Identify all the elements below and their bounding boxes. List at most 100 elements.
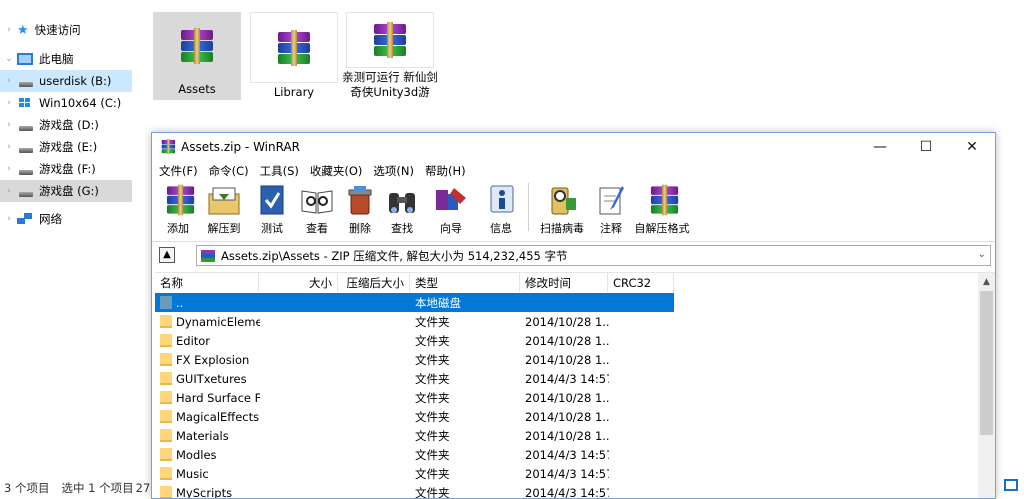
row-name: MagicalEffects	[176, 409, 260, 424]
tool-label: 自解压格式	[634, 222, 690, 235]
table-row[interactable]: Modles 文件夹 2014/4/3 14:57	[155, 445, 975, 464]
table-row[interactable]: Editor 文件夹 2014/10/28 1...	[155, 331, 975, 350]
cell-crc32	[613, 331, 673, 350]
column-header: 名称 ^ 大小 压缩后大小 类型 修改时间 CRC32	[155, 273, 995, 292]
minimize-button[interactable]: —	[857, 133, 903, 161]
chevron-down-icon[interactable]: ⌄	[3, 54, 15, 64]
scroll-thumb[interactable]	[980, 291, 993, 435]
table-row[interactable]: FX Explosion 文件夹 2014/10/28 1...	[155, 350, 975, 369]
folder-icon	[160, 410, 172, 423]
column-type[interactable]: 类型	[410, 273, 520, 292]
extract-to-button[interactable]: 解压到	[198, 181, 250, 237]
menu-file[interactable]: 文件(F)	[159, 163, 198, 179]
row-name: GUITxetures	[176, 371, 247, 386]
tool-label: 向导	[440, 222, 462, 235]
table-row[interactable]: DynamicEleme... 文件夹 2014/10/28 1...	[155, 312, 975, 331]
column-size[interactable]: 大小	[259, 273, 338, 292]
table-row[interactable]: MagicalEffects 文件夹 2014/10/28 1...	[155, 407, 975, 426]
cell-crc32	[613, 483, 673, 498]
nav-item-network[interactable]: › 网络	[0, 208, 132, 230]
archive-thumbnail	[250, 12, 338, 83]
cell-crc32	[613, 407, 673, 426]
tool-label: 扫描病毒	[540, 222, 584, 235]
folder-icon	[160, 372, 172, 385]
file-list: 名称 ^ 大小 压缩后大小 类型 修改时间 CRC32 .. 本地磁盘 Dynamic…	[155, 272, 995, 498]
cell-crc32	[613, 464, 673, 483]
file-tile-library[interactable]: Library	[250, 12, 338, 100]
path-bar: ▲ Assets.zip\Assets - ZIP 压缩文件, 解包大小为 51…	[152, 241, 995, 267]
row-name: Hard Surface F...	[176, 390, 260, 405]
cell-name: FX Explosion	[160, 350, 260, 369]
up-folder-button[interactable]: ▲	[159, 246, 175, 263]
wizard-button[interactable]: 向导	[424, 181, 478, 237]
nav-item-drive-g[interactable]: › 游戏盘 (G:)	[0, 180, 132, 202]
cell-packed	[338, 350, 405, 369]
chevron-right-icon[interactable]: ›	[3, 214, 15, 224]
maximize-button[interactable]: ☐	[903, 133, 949, 161]
column-packed-size[interactable]: 压缩后大小	[338, 273, 410, 292]
sfx-button[interactable]: 自解压格式	[631, 181, 693, 237]
column-crc32[interactable]: CRC32	[608, 273, 674, 292]
info-button[interactable]: 信息	[478, 181, 524, 237]
nav-item-label: 游戏盘 (G:)	[39, 184, 99, 198]
nav-item-drive-f[interactable]: › 游戏盘 (F:)	[0, 158, 132, 180]
menu-commands[interactable]: 命令(C)	[209, 163, 249, 179]
cell-crc32	[613, 445, 673, 464]
comment-button[interactable]: 注释	[591, 181, 631, 237]
table-row[interactable]: MyScripts 文件夹 2014/4/3 14:57	[155, 483, 975, 498]
cell-name: MagicalEffects	[160, 407, 260, 426]
table-row[interactable]: Music 文件夹 2014/4/3 14:57	[155, 464, 975, 483]
test-button[interactable]: 测试	[250, 181, 294, 237]
path-dropdown[interactable]: Assets.zip\Assets - ZIP 压缩文件, 解包大小为 514,…	[196, 245, 991, 266]
close-button[interactable]: ✕	[949, 133, 995, 161]
vertical-scrollbar[interactable]: ▲	[978, 273, 995, 498]
details-view-toggle[interactable]	[998, 470, 1024, 499]
column-modified[interactable]: 修改时间	[520, 273, 608, 292]
scan-virus-button[interactable]: 扫描病毒	[533, 181, 591, 237]
menu-tools[interactable]: 工具(S)	[260, 163, 299, 179]
chevron-right-icon[interactable]: ›	[3, 25, 15, 35]
column-name[interactable]: 名称 ^	[155, 273, 259, 292]
nav-item-label: 游戏盘 (F:)	[39, 162, 96, 176]
cell-name: MyScripts	[160, 483, 260, 498]
file-tile-unity-project[interactable]: 亲测可运行 新仙剑奇侠Unity3d游	[342, 12, 438, 100]
chevron-right-icon[interactable]: ›	[3, 186, 15, 196]
nav-item-quick-access[interactable]: › ★ 快速访问	[0, 19, 132, 41]
table-row[interactable]: GUITxetures 文件夹 2014/4/3 14:57	[155, 369, 975, 388]
tool-label: 解压到	[207, 222, 241, 235]
chevron-right-icon[interactable]: ›	[3, 142, 15, 152]
view-button[interactable]: 查看	[294, 181, 340, 237]
add-button[interactable]: 添加	[158, 181, 198, 237]
table-row[interactable]: Hard Surface F... 文件夹 2014/10/28 1...	[155, 388, 975, 407]
delete-button[interactable]: 删除	[340, 181, 380, 237]
chevron-right-icon[interactable]: ›	[3, 164, 15, 174]
chevron-right-icon[interactable]: ›	[3, 98, 15, 108]
cell-modified: 2014/10/28 1...	[525, 352, 609, 367]
winrar-app-icon[interactable]	[160, 139, 177, 155]
scroll-up-icon[interactable]: ▲	[978, 273, 995, 290]
chevron-right-icon[interactable]: ›	[3, 120, 15, 130]
nav-item-drive-c[interactable]: › Win10x64 (C:)	[0, 92, 132, 114]
chevron-right-icon[interactable]: ›	[3, 76, 15, 86]
nav-item-this-pc[interactable]: ⌄ 此电脑	[0, 48, 132, 70]
nav-item-drive-e[interactable]: › 游戏盘 (E:)	[0, 136, 132, 158]
table-row[interactable]: Materials 文件夹 2014/10/28 1...	[155, 426, 975, 445]
drive-icon	[19, 81, 33, 87]
cell-type: 本地磁盘	[415, 295, 461, 310]
row-name: Music	[176, 466, 209, 481]
chevron-down-icon[interactable]: ⌄	[978, 249, 986, 260]
nav-item-drive-d[interactable]: › 游戏盘 (D:)	[0, 114, 132, 136]
sort-caret-icon: ^	[205, 273, 213, 280]
tool-label: 信息	[490, 222, 512, 235]
cell-crc32	[613, 388, 673, 407]
find-button[interactable]: 查找	[380, 181, 424, 237]
parent-folder-row[interactable]: .. 本地磁盘	[155, 293, 674, 312]
menu-options[interactable]: 选项(N)	[373, 163, 414, 179]
cell-modified: 2014/10/28 1...	[525, 409, 609, 424]
title-bar[interactable]: Assets.zip - WinRAR — ☐ ✕	[152, 133, 995, 161]
menu-favorites[interactable]: 收藏夹(O)	[310, 163, 363, 179]
file-tile-assets[interactable]: Assets	[153, 12, 241, 100]
nav-item-drive-b[interactable]: › userdisk (B:)	[0, 70, 132, 92]
menu-help[interactable]: 帮助(H)	[425, 163, 466, 179]
nav-item-label: 网络	[39, 212, 62, 226]
